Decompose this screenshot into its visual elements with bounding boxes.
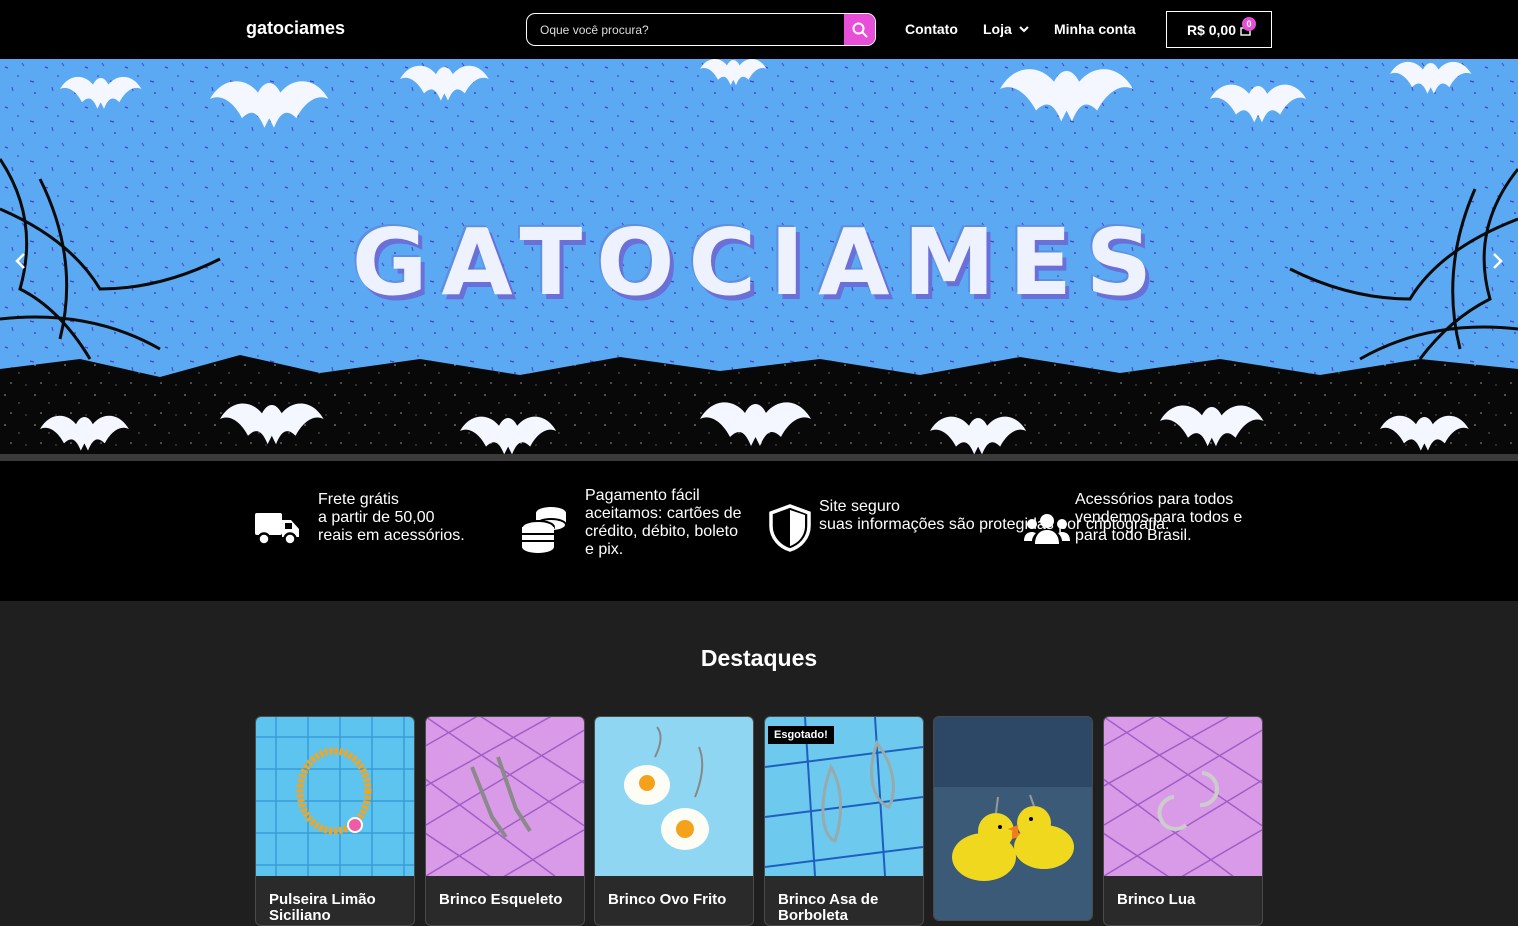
search-input[interactable] <box>527 14 845 45</box>
feature-acessorios: Acessórios para todos vendemos para todo… <box>1075 491 1265 545</box>
section-title-destaques: Destaques <box>700 645 818 671</box>
product-card[interactable]: Brinco Lua <box>1103 716 1263 926</box>
site-header: gatociames Contato Loja Minha conta R$ 0… <box>0 0 1518 59</box>
product-name: Brinco Lua <box>1117 891 1196 908</box>
product-image <box>426 717 584 876</box>
site-logo[interactable]: gatociames <box>246 18 345 39</box>
chevron-left-icon <box>15 253 25 269</box>
shield-icon <box>768 504 812 557</box>
hero-banner[interactable]: GATOCIAMES <box>0 59 1518 460</box>
search-bar <box>526 13 876 46</box>
feature-text: vendemos para todos e para todo Brasil. <box>1075 509 1243 544</box>
product-name: Pulseira Limão Siciliano <box>269 891 376 924</box>
product-name: Brinco Asa de Borboleta <box>778 891 879 924</box>
product-image <box>595 717 753 876</box>
sold-out-badge: Esgotado! <box>768 726 834 744</box>
product-name: Brinco Esqueleto <box>439 891 563 908</box>
feature-text: aceitamos: cartões de crédito, débito, b… <box>585 505 742 558</box>
feature-frete: Frete grátis a partir de 50,00 reais em … <box>318 491 468 545</box>
nav-contato[interactable]: Contato <box>905 21 958 37</box>
hero-divider <box>0 454 1518 461</box>
nav-minha-conta[interactable]: Minha conta <box>1054 21 1136 37</box>
product-name: Brinco Ovo Frito <box>608 891 727 908</box>
chevron-down-icon <box>1019 25 1029 32</box>
product-card[interactable] <box>933 716 1093 921</box>
carousel-next-button[interactable] <box>1488 252 1508 272</box>
nav-loja[interactable]: Loja <box>983 21 1029 37</box>
feature-text: a partir de 50,00 reais em acessórios. <box>318 509 465 544</box>
feature-title: Frete grátis <box>318 491 399 508</box>
cart-total: R$ 0,00 <box>1186 21 1237 38</box>
product-card[interactable]: Brinco Ovo Frito <box>594 716 754 926</box>
search-icon <box>852 22 867 37</box>
product-card[interactable]: Pulseira Limão Siciliano <box>255 716 415 926</box>
feature-pagamento: Pagamento fácil aceitamos: cartões de cr… <box>585 487 745 559</box>
product-card[interactable]: Brinco Esqueleto <box>425 716 585 926</box>
feature-title: Pagamento fácil <box>585 487 700 504</box>
carousel-prev-button[interactable] <box>10 252 30 272</box>
nav-loja-label: Loja <box>983 21 1012 37</box>
product-image <box>934 717 1092 920</box>
chevron-right-icon <box>1493 253 1503 269</box>
truck-icon <box>254 511 300 552</box>
product-image <box>256 717 414 876</box>
features-bar: Frete grátis a partir de 50,00 reais em … <box>0 461 1518 601</box>
hero-title: GATOCIAMES <box>351 209 1167 316</box>
users-icon <box>1024 513 1070 550</box>
product-image <box>1104 717 1262 876</box>
coins-icon <box>521 505 569 558</box>
cart-button[interactable]: R$ 0,00 0 <box>1166 11 1272 48</box>
search-button[interactable] <box>844 14 875 45</box>
feature-title: Acessórios para todos <box>1075 491 1234 508</box>
product-card[interactable]: Esgotado! Brinco Asa de Borboleta <box>764 716 924 926</box>
cart-count-badge: 0 <box>1242 17 1256 31</box>
